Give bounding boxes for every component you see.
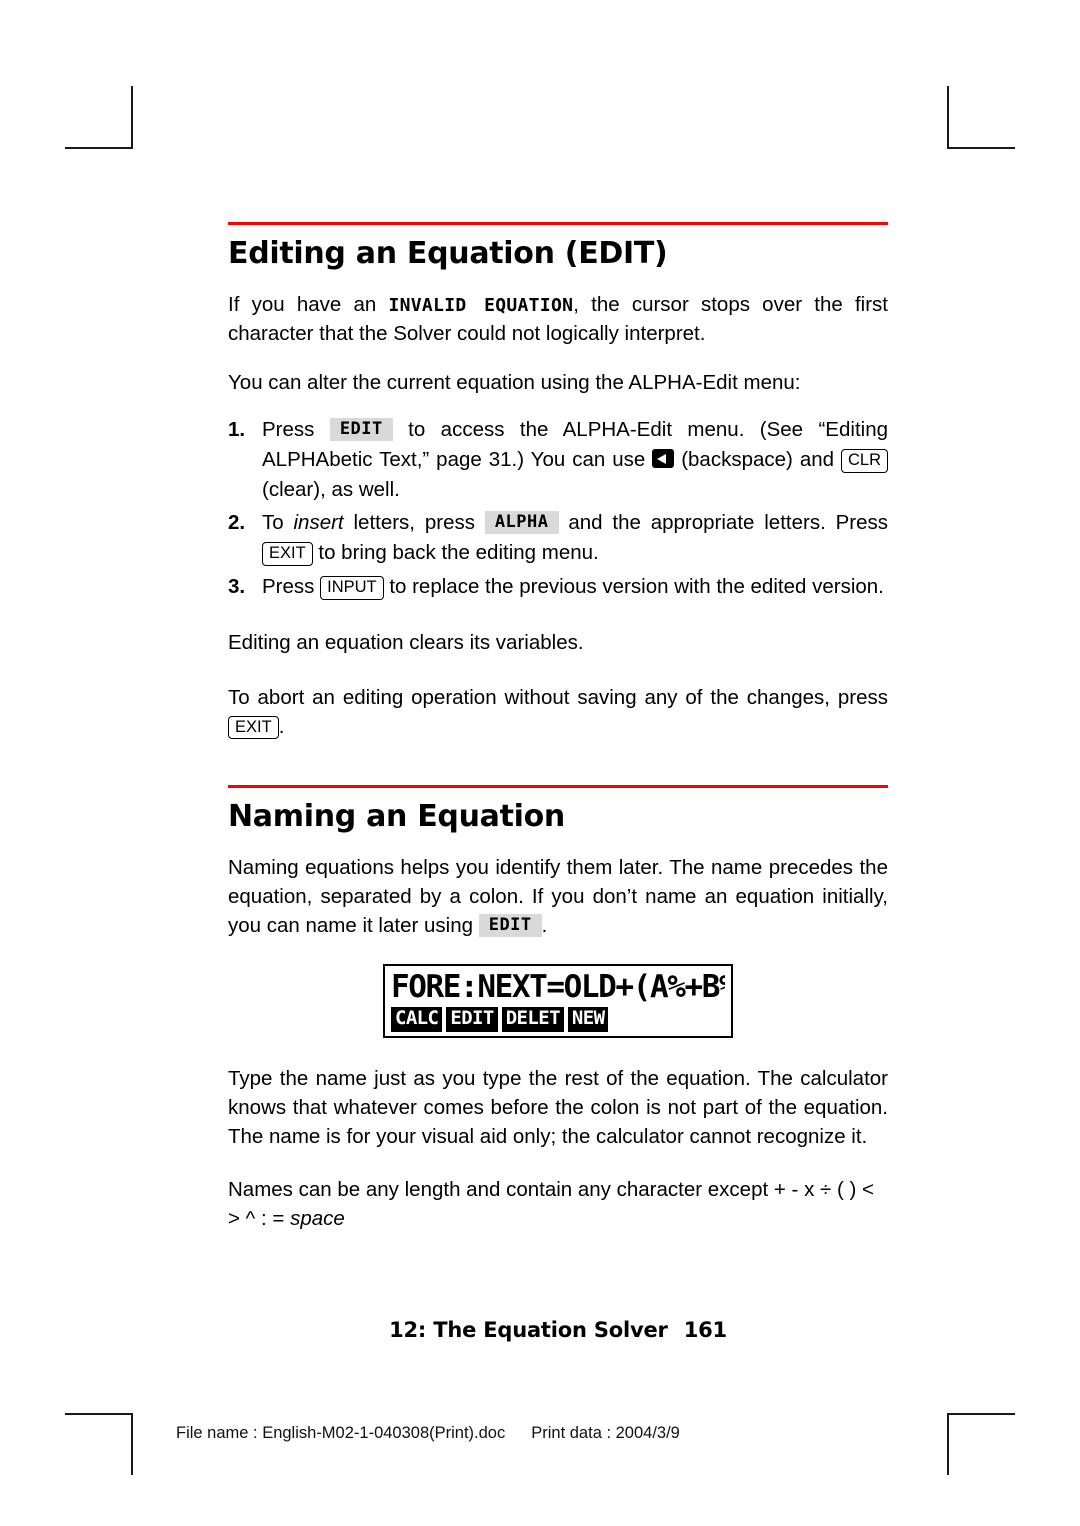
footer-chapter-title: 12: The Equation Solver bbox=[389, 1318, 668, 1342]
paragraph-invalid-equation: If you have an INVALID EQUATION, the cur… bbox=[228, 290, 888, 348]
step-2-text-a: To bbox=[262, 511, 284, 535]
hardkey-input[interactable]: INPUT bbox=[320, 575, 384, 600]
hardkey-clr[interactable]: CLR bbox=[841, 449, 889, 473]
paragraph-naming-equations: Naming equations helps you identify them… bbox=[228, 853, 888, 940]
list-item-step-2: 2. To insert letters, press ALPHA and the… bbox=[228, 508, 888, 567]
paragraph-invalid-equation-text-a: If you have an bbox=[228, 293, 389, 316]
lcd-equation-line: FORE:NEXT=OLD+(A%+B%+… bbox=[391, 971, 725, 1004]
lcd-softkey-delet[interactable]: DELET bbox=[501, 1006, 564, 1032]
crop-mark-top-right-vertical bbox=[947, 86, 949, 148]
lcd-softkey-edit[interactable]: EDIT bbox=[446, 1006, 498, 1032]
step-1-text-a: Press bbox=[262, 418, 315, 442]
lcd-softkey-new[interactable]: NEW bbox=[567, 1006, 609, 1032]
calculator-display-figure: FORE:NEXT=OLD+(A%+B%+… CALC EDIT DELET N… bbox=[228, 964, 888, 1038]
step-1-text-d: (clear), as well. bbox=[262, 477, 400, 501]
paragraph-alter-equation: You can alter the current equation using… bbox=[228, 371, 801, 395]
crop-mark-bottom-left-horizontal bbox=[65, 1413, 133, 1415]
step-1-text-c: (backspace) and bbox=[681, 448, 835, 472]
section-rule-editing bbox=[228, 222, 888, 225]
footer-file-name: File name : English-M02-1-040308(Print).… bbox=[176, 1424, 506, 1442]
crop-mark-bottom-right-vertical bbox=[947, 1413, 949, 1475]
page-title-naming-an-equation: Naming an Equation bbox=[228, 798, 565, 834]
paragraph-abort-text-a: To abort an editing operation without sa… bbox=[228, 685, 888, 709]
step-2-text-b: letters, press bbox=[353, 511, 475, 535]
lcd-softkey-menu: CALC EDIT DELET NEW bbox=[391, 1006, 725, 1032]
step-2-text-d: to bring back the editing menu. bbox=[318, 541, 599, 565]
excluded-character-space: space bbox=[290, 1207, 345, 1231]
section-rule-naming bbox=[228, 784, 888, 788]
softkey-edit-naming[interactable]: EDIT bbox=[478, 914, 542, 937]
paragraph-abort-text-b: . bbox=[278, 714, 285, 738]
list-item-step-3: 3. Press INPUT to replace the previous ve… bbox=[228, 572, 888, 602]
step-2-emphasis-insert: insert bbox=[293, 511, 344, 535]
hardkey-exit-abort[interactable]: EXIT bbox=[228, 715, 279, 740]
crop-mark-top-left-vertical bbox=[131, 86, 133, 148]
crop-mark-bottom-left-vertical bbox=[131, 1413, 133, 1475]
inline-code-invalid-equation: INVALID EQUATION bbox=[388, 295, 574, 316]
step-2-text-c: and the appropriate letters. Press bbox=[568, 511, 889, 535]
page-content: Editing an Equation (EDIT) If you have a… bbox=[228, 222, 889, 1243]
paragraph-clears-variables: Editing an equation clears its variables… bbox=[228, 630, 584, 654]
step-3-number: 3. bbox=[228, 574, 246, 598]
backspace-arrow-icon[interactable] bbox=[652, 449, 675, 469]
softkey-edit[interactable]: EDIT bbox=[329, 418, 393, 441]
paragraph-allowed-text: Names can be any length and contain any … bbox=[228, 1178, 769, 1202]
footer-print-date: Print data : 2004/3/9 bbox=[531, 1424, 680, 1442]
footer-page-number: 161 bbox=[683, 1318, 727, 1342]
page-footer: 12: The Equation Solver 161 bbox=[228, 1318, 888, 1342]
paragraph-naming-text-b: . bbox=[541, 914, 548, 938]
crop-mark-top-right-horizontal bbox=[947, 147, 1015, 149]
paragraph-abort-editing: To abort an editing operation without sa… bbox=[228, 683, 888, 741]
softkey-alpha[interactable]: ALPHA bbox=[484, 511, 559, 535]
page-title-editing-an-equation: Editing an Equation (EDIT) bbox=[228, 236, 668, 271]
hardkey-exit[interactable]: EXIT bbox=[262, 542, 313, 566]
document-footer: File name : English-M02-1-040308(Print).… bbox=[176, 1424, 680, 1443]
crop-mark-top-left-horizontal bbox=[65, 147, 133, 149]
paragraph-type-the-name: Type the name just as you type the rest … bbox=[228, 1066, 888, 1148]
crop-mark-bottom-right-horizontal bbox=[947, 1413, 1015, 1415]
step-3-text-b: to replace the previous version with the… bbox=[389, 574, 884, 598]
paragraph-allowed-characters: Names can be any length and contain any … bbox=[228, 1175, 888, 1233]
paragraph-naming-text-a: Naming equations helps you identify them… bbox=[228, 855, 888, 938]
list-item-step-1: 1. Press EDIT to access the ALPHA-Edit me… bbox=[228, 415, 889, 504]
lcd-softkey-calc[interactable]: CALC bbox=[391, 1006, 443, 1032]
steps-list: 1. Press EDIT to access the ALPHA-Edit me… bbox=[228, 415, 889, 602]
step-1-number: 1. bbox=[228, 418, 246, 442]
step-3-text-a: Press bbox=[262, 574, 315, 598]
step-2-number: 2. bbox=[228, 511, 246, 535]
calculator-lcd: FORE:NEXT=OLD+(A%+B%+… CALC EDIT DELET N… bbox=[383, 964, 733, 1038]
